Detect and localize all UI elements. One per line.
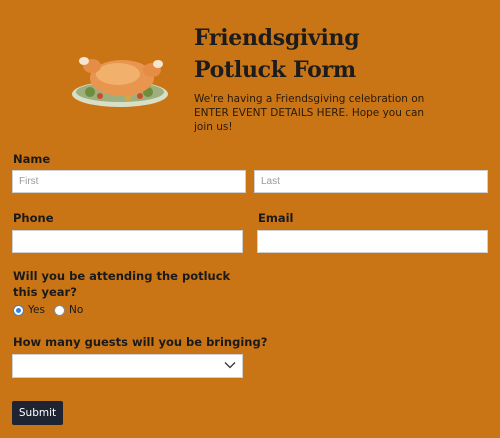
email-label: Email: [258, 211, 294, 225]
guests-label: How many guests will you be bringing?: [13, 335, 268, 349]
phone-input[interactable]: [12, 230, 243, 253]
first-name-placeholder: First: [19, 176, 39, 187]
no-radio-label: No: [69, 304, 84, 316]
last-name-input[interactable]: Last: [254, 170, 488, 193]
first-name-input[interactable]: First: [12, 170, 246, 193]
email-input[interactable]: [257, 230, 488, 253]
phone-label: Phone: [13, 211, 54, 225]
yes-radio-label: Yes: [28, 304, 45, 316]
form-description: We're having a Friendsgiving celebration…: [194, 93, 425, 133]
guests-select[interactable]: [12, 354, 243, 378]
no-radio[interactable]: [54, 304, 65, 316]
chevron-down-icon: [224, 362, 236, 369]
attending-question: Will you be attending the potluck this y…: [13, 269, 231, 299]
form-title: Friendsgiving Potluck Form: [194, 25, 360, 83]
last-name-placeholder: Last: [261, 176, 280, 187]
roast-turkey-icon: [72, 57, 168, 107]
name-label: Name: [13, 152, 51, 166]
attending-yes-option[interactable]: Yes: [13, 304, 45, 316]
attending-no-option[interactable]: No: [54, 304, 83, 316]
form-header: Friendsgiving Potluck Form We're having …: [0, 0, 500, 140]
yes-radio[interactable]: [13, 304, 24, 316]
submit-button[interactable]: Submit: [12, 401, 63, 425]
